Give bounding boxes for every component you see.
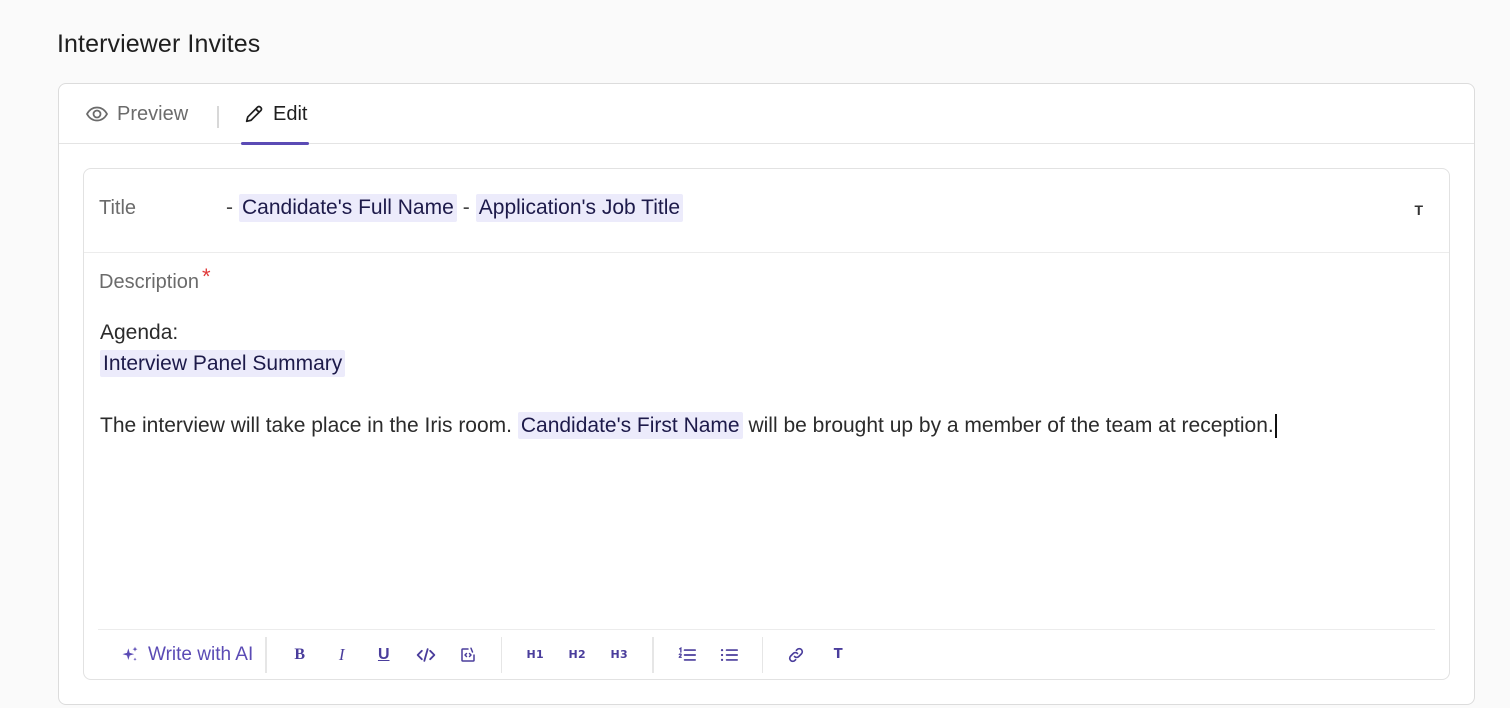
eye-icon [85, 102, 109, 126]
ordered-list-icon [677, 646, 697, 664]
section-title: Interviewer Invites [57, 30, 261, 58]
token-interview-panel-summary[interactable]: Interview Panel Summary [100, 350, 346, 377]
paragraph-line: The interview will take place in the Iri… [100, 410, 1433, 441]
insert-token-button[interactable]: T [817, 637, 859, 673]
bullet-list-button[interactable] [708, 637, 750, 673]
token-candidate-full-name[interactable]: Candidate's Full Name [239, 194, 457, 222]
heading-1-icon: H1 [526, 648, 544, 661]
editor-tabs: Preview Edit [59, 84, 1474, 145]
text-cursor [1274, 414, 1277, 439]
tab-edit-label: Edit [273, 102, 308, 125]
code-icon [416, 646, 436, 664]
write-with-ai-label: Write with AI [148, 643, 254, 665]
italic-icon: I [338, 644, 345, 664]
code-button[interactable] [405, 637, 447, 673]
title-separator: - [226, 196, 233, 219]
insert-token-icon[interactable]: T [1414, 202, 1423, 218]
paragraph-end: will be brought up by a member of the te… [748, 414, 1274, 437]
underline-icon: U [377, 645, 390, 663]
heading-1-button[interactable]: H1 [514, 637, 556, 673]
description-label: Description * [99, 264, 211, 294]
description-label-text: Description [99, 271, 200, 293]
heading-3-icon: H3 [610, 648, 628, 661]
agenda-token-line: Interview Panel Summary [100, 348, 1433, 379]
heading-2-button[interactable]: H2 [556, 637, 598, 673]
paragraph-start: The interview will take place in the Iri… [100, 414, 512, 437]
write-with-ai-button[interactable]: Write with AI [120, 644, 253, 666]
description-content[interactable]: Agenda: Interview Panel Summary The inte… [100, 317, 1433, 441]
token-application-job-title[interactable]: Application's Job Title [475, 194, 684, 222]
toolbar-divider [652, 636, 654, 673]
italic-button[interactable]: I [321, 637, 363, 673]
title-field[interactable]: - Candidate's Full Name - Application's … [220, 194, 684, 222]
token-candidate-first-name[interactable]: Candidate's First Name [517, 412, 743, 439]
toolbar-divider [500, 636, 503, 673]
toolbar-divider [761, 636, 764, 673]
tab-preview[interactable]: Preview [85, 84, 188, 144]
link-button[interactable] [775, 637, 817, 673]
toolbar-divider [265, 636, 267, 673]
tab-edit[interactable]: Edit [241, 84, 310, 145]
underline-button[interactable]: U [363, 637, 405, 673]
bold-button[interactable]: B [279, 637, 321, 673]
bullet-list-icon [719, 646, 739, 664]
heading-3-button[interactable]: H3 [598, 637, 640, 673]
invite-editor: Title - Candidate's Full Name - Applicat… [83, 168, 1450, 680]
link-icon [786, 646, 806, 664]
heading-2-icon: H2 [568, 648, 586, 661]
bold-icon: B [294, 645, 306, 663]
title-label: Title [99, 197, 137, 219]
pencil-icon [243, 103, 265, 125]
agenda-line: Agenda: [100, 321, 179, 344]
tab-divider [217, 106, 219, 128]
code-block-icon [459, 646, 477, 664]
ordered-list-button[interactable] [666, 637, 708, 673]
tab-preview-label: Preview [117, 102, 189, 125]
token-icon: T [833, 647, 843, 662]
sparkle-icon [120, 645, 140, 665]
formatting-toolbar: Write with AI B I U H1 H2 H3 T [98, 629, 1435, 679]
title-separator: - [462, 196, 470, 219]
code-block-button[interactable] [447, 637, 489, 673]
required-marker: * [202, 264, 211, 289]
template-editor-panel: Preview Edit Title - Candidate's Full Na… [58, 83, 1475, 705]
title-row[interactable]: Title - Candidate's Full Name - Applicat… [84, 169, 1449, 253]
